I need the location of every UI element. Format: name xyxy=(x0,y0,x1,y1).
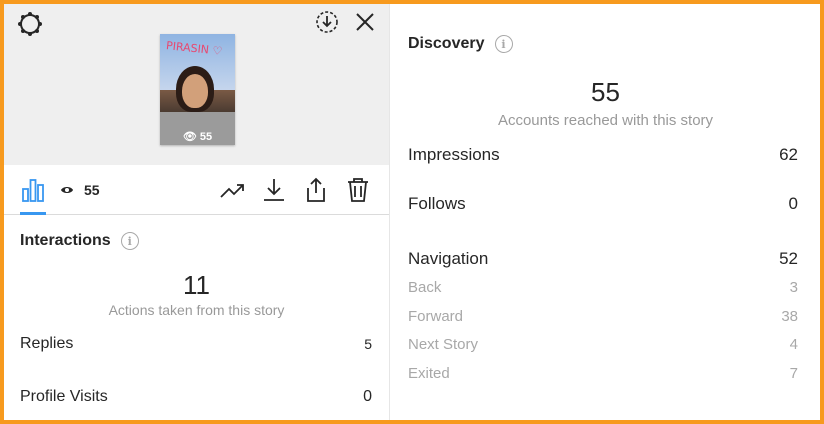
discovery-row-navigation: Navigation 52 xyxy=(408,249,798,269)
discovery-subtitle: Accounts reached with this story xyxy=(497,112,714,129)
row-label: Navigation xyxy=(408,249,489,268)
row-value: 62 xyxy=(779,145,798,164)
discovery-row-impressions: Impressions 62 xyxy=(408,145,798,165)
trending-icon[interactable] xyxy=(219,177,245,203)
row-label: Follows xyxy=(408,194,466,213)
navigation-row-next-story: Next Story 4 xyxy=(408,336,798,353)
row-value: 52 xyxy=(779,249,798,268)
interactions-row-replies: Replies 5 xyxy=(20,335,372,353)
trash-icon[interactable] xyxy=(345,177,371,203)
insights-left-panel: PIRASIN ♡ 👁 55 55 Interactions i 11 Acti… xyxy=(4,4,389,420)
discovery-reach: 55 xyxy=(591,77,620,107)
story-thumbnail-views: 👁 55 xyxy=(182,131,213,143)
interactions-subtitle: Actions taken from this story xyxy=(108,302,285,318)
row-value: 0 xyxy=(363,388,372,405)
insights-right-panel: Discovery i 55 Accounts reached with thi… xyxy=(389,4,820,420)
active-tab-indicator xyxy=(20,212,46,215)
row-value: 5 xyxy=(364,336,372,352)
row-label: Profile Visits xyxy=(20,388,108,405)
close-icon[interactable] xyxy=(353,10,377,34)
row-value: 3 xyxy=(789,279,798,296)
story-thumbnail[interactable]: PIRASIN ♡ 👁 55 xyxy=(160,34,235,145)
viewer-count[interactable]: 55 xyxy=(60,182,100,198)
discovery-header: Discovery i xyxy=(408,35,513,53)
row-label: Next Story xyxy=(408,336,479,353)
row-label: Forward xyxy=(408,308,464,325)
discovery-title: Discovery xyxy=(408,35,485,52)
row-value: 38 xyxy=(781,308,798,325)
settings-icon[interactable] xyxy=(16,10,44,38)
row-value: 4 xyxy=(789,336,798,353)
info-icon[interactable]: i xyxy=(120,232,139,250)
row-value: 7 xyxy=(789,365,798,382)
discovery-row-follows: Follows 0 xyxy=(408,194,798,214)
interactions-total: 11 xyxy=(183,270,210,300)
info-icon[interactable]: i xyxy=(494,35,513,53)
row-value: 0 xyxy=(788,194,798,213)
eye-icon: 👁 xyxy=(182,131,197,143)
navigation-row-forward: Forward 38 xyxy=(408,308,798,325)
download-icon[interactable] xyxy=(261,177,287,203)
row-label: Replies xyxy=(20,335,74,352)
share-icon[interactable] xyxy=(303,177,329,203)
story-preview-area: PIRASIN ♡ 👁 55 xyxy=(4,4,389,165)
interactions-row-profile-visits: Profile Visits 0 xyxy=(20,388,372,406)
download-circle-icon[interactable] xyxy=(315,10,339,34)
viewer-count-value: 55 xyxy=(84,182,100,198)
story-insights-window: PIRASIN ♡ 👁 55 55 Interactions i 11 Acti… xyxy=(4,4,820,420)
row-label: Impressions xyxy=(408,145,500,164)
navigation-row-back: Back 3 xyxy=(408,279,798,296)
navigation-row-exited: Exited 7 xyxy=(408,365,798,382)
story-toolbar: 55 xyxy=(4,165,389,215)
interactions-title: Interactions xyxy=(20,232,111,249)
eye-icon xyxy=(60,182,74,198)
row-label: Exited xyxy=(408,365,450,382)
bar-chart-icon[interactable] xyxy=(20,177,46,203)
row-label: Back xyxy=(408,279,442,296)
interactions-header: Interactions i xyxy=(20,232,139,250)
